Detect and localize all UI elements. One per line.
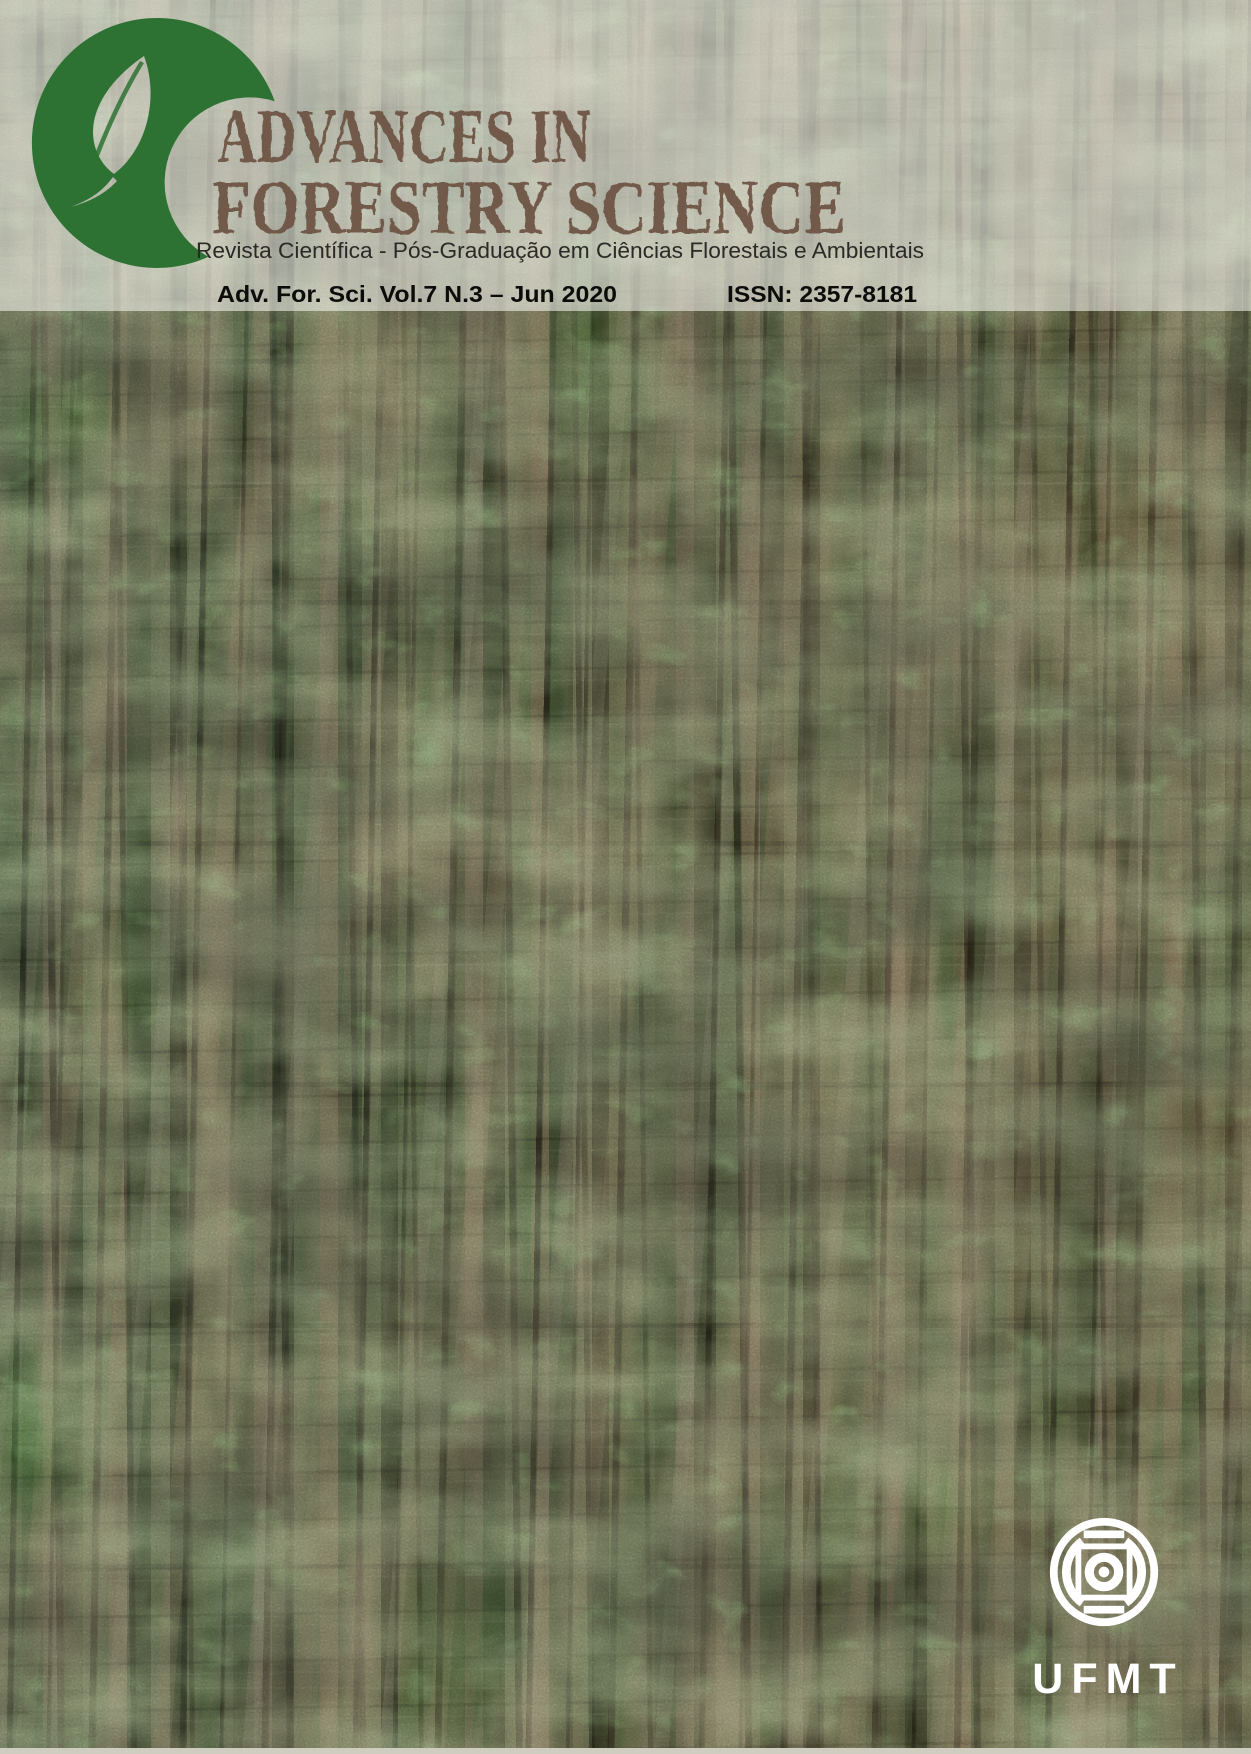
bottom-edge-strip <box>0 1748 1251 1754</box>
journal-subtitle: Revista Científica - Pós-Graduação em Ci… <box>196 238 924 263</box>
ufmt-wordmark: UFMT <box>1024 1658 1183 1701</box>
journal-citation: Adv. For. Sci. Vol.7 N.3 – Jun 2020 <box>217 281 617 307</box>
ufmt-emblem-icon <box>1046 1514 1162 1630</box>
emblem-bottom-bar <box>1084 1606 1125 1614</box>
journal-cover: ADVANCES IN FORESTRY SCIENCE Revista Cie… <box>0 0 1251 1754</box>
emblem-center-dot <box>1099 1567 1110 1578</box>
journal-issn: ISSN: 2357-8181 <box>727 281 917 307</box>
emblem-top-bar <box>1084 1530 1125 1538</box>
ufmt-logo: UFMT <box>1004 1514 1204 1701</box>
header-text-block: ADVANCES IN FORESTRY SCIENCE Revista Cie… <box>192 96 932 311</box>
